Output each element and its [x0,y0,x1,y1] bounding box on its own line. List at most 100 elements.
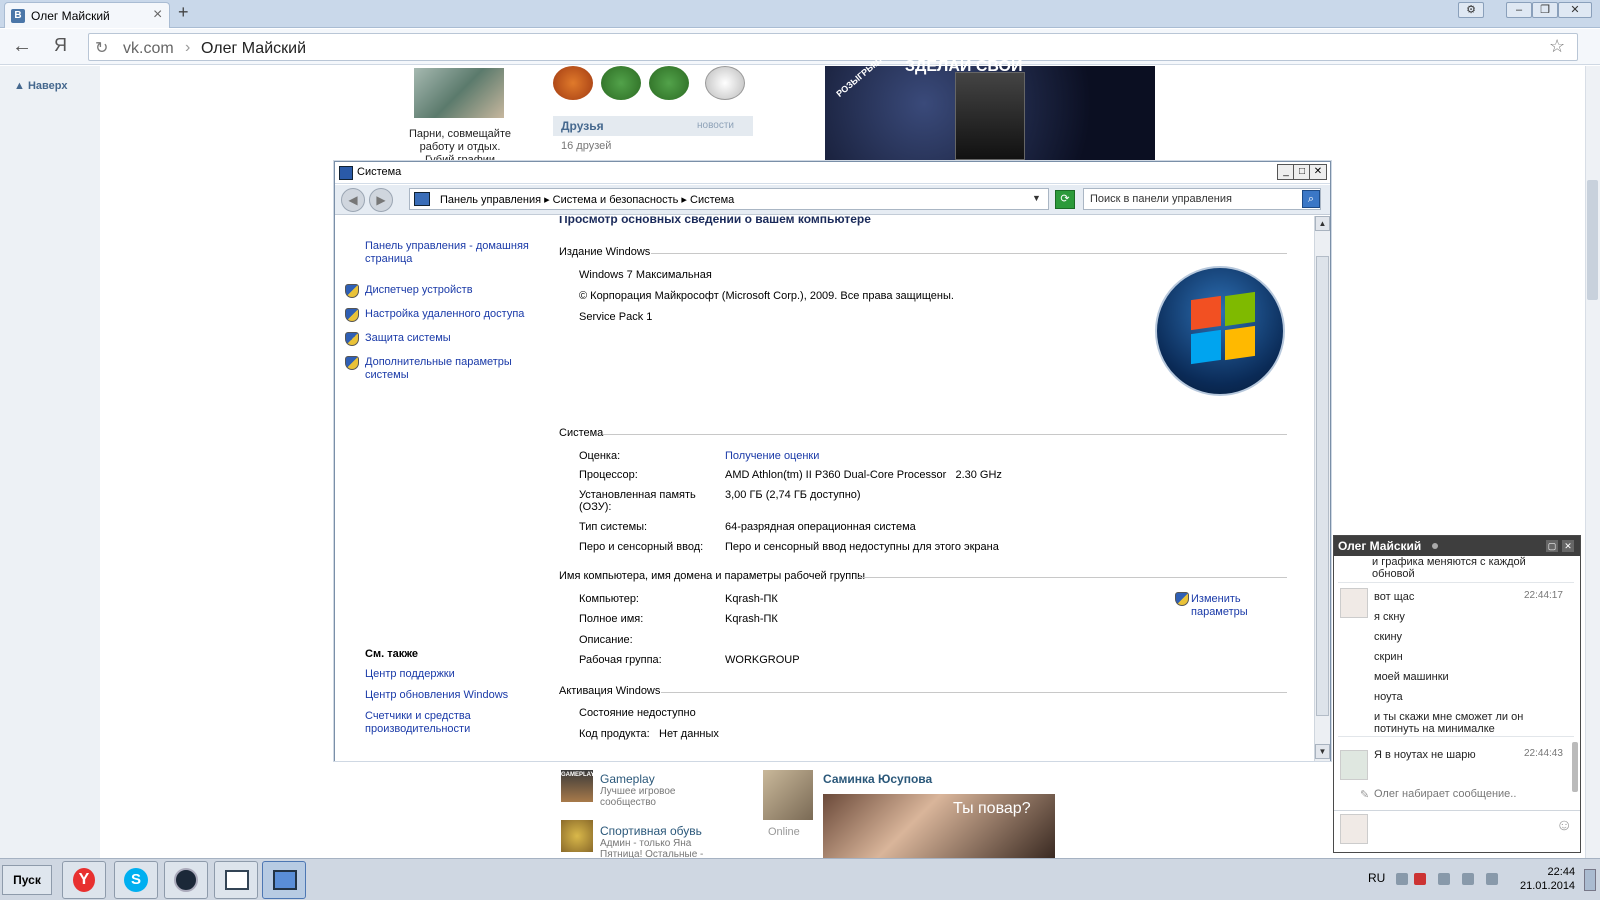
chat-message: скину [1374,631,1403,643]
change-settings-link[interactable]: Изменить параметры [1191,593,1271,619]
smile-icon[interactable]: ☺ [1556,817,1572,835]
browser-tab[interactable]: В Олег Майский × [4,2,170,28]
nav-forward-icon[interactable]: ▶ [369,188,393,212]
friends-count: 16 друзей [561,140,612,152]
workgroup-label: Рабочая группа: [579,654,662,666]
ad-banner[interactable]: РОЗЫГРЫШ ЗДЕЛАЙ СВОЙ [825,55,1155,160]
gift-tree-icon[interactable] [601,66,641,100]
system-type-label: Тип системы: [579,521,648,533]
my-avatar [1340,814,1368,844]
steam-taskbar-icon[interactable] [164,861,208,899]
message-time: 22:44:17 [1524,590,1563,601]
friends-title[interactable]: Друзья [561,119,604,133]
minimize-button[interactable]: – [1506,2,1532,18]
chat-contact-name[interactable]: Олег Майский [1338,539,1421,553]
breadcrumb-path[interactable]: Панель управления ▸ Система и безопаснос… [440,193,734,206]
friend-avatar[interactable] [763,770,813,820]
advanced-settings-link[interactable]: Дополнительные параметры системы [365,356,525,382]
reload-icon[interactable]: ↻ [95,38,108,58]
refresh-icon[interactable]: ⟳ [1055,190,1075,209]
tray-expand-icon[interactable] [1396,873,1408,885]
rating-link[interactable]: Получение оценки [725,450,819,463]
performance-link[interactable]: Счетчики и средства производительности [365,710,515,736]
workgroup-value: WORKGROUP [725,654,800,666]
skype-taskbar-icon[interactable]: S [114,861,158,899]
gameplay-icon-text: GAMEPLAY [561,772,595,778]
system-scrollbar[interactable]: ▲ ▼ [1314,216,1330,761]
settings-icon[interactable]: ⚙ [1458,2,1484,18]
page-scrollbar-thumb[interactable] [1587,180,1598,300]
system-close-button[interactable]: ✕ [1309,164,1327,180]
friends-header[interactable]: Друзья новости [553,116,753,136]
sender-avatar-joker[interactable] [1340,750,1368,780]
yandex-icon[interactable]: Я [54,35,67,56]
divider [1338,736,1574,737]
scroll-up-icon[interactable]: ▲ [1315,216,1330,231]
logo-blue [1191,329,1221,365]
profile-photo[interactable] [414,68,504,118]
tray-network-alert-icon[interactable] [1414,873,1426,885]
gift-fox-icon[interactable] [553,66,593,100]
system-protection-link[interactable]: Защита системы [365,332,451,345]
action-center-link[interactable]: Центр поддержки [365,668,455,681]
shoes-group-icon[interactable] [561,820,593,852]
clock-time: 22:44 [1547,866,1576,878]
yandex-taskbar-icon[interactable]: Y [62,861,106,899]
post-image[interactable]: Ты повар? [823,794,1055,858]
system-titlebar[interactable]: Система _ □ ✕ [335,162,1330,184]
back-arrow-icon[interactable]: ← [12,35,32,58]
system-type-value: 64-разрядная операционная система [725,521,916,533]
chat-close-icon[interactable]: ✕ [1562,540,1574,552]
language-indicator[interactable]: RU [1368,871,1385,885]
control-panel-search[interactable]: Поиск в панели управления ⌕ [1083,188,1321,210]
gameplay-group-link[interactable]: Gameplay [600,772,655,786]
friends-block: Друзья новости 16 друзей [553,116,753,158]
url-page-title: Олег Майский [201,40,306,57]
window-app-taskbar-icon[interactable] [214,861,258,899]
control-panel-home-link[interactable]: Панель управления - домашняя страница [365,240,535,266]
system-scrollbar-thumb[interactable] [1316,256,1329,716]
address-bar[interactable]: ↻ vk.com › Олег Майский ☆ [88,33,1578,61]
shoes-group-link[interactable]: Спортивная обувь [600,824,702,838]
scroll-down-icon[interactable]: ▼ [1315,744,1330,759]
search-icon[interactable]: ⌕ [1302,190,1320,208]
gift-heart-icon[interactable] [705,66,745,100]
nav-back-icon[interactable]: ◀ [341,188,365,212]
breadcrumb[interactable]: Панель управления ▸ Система и безопаснос… [409,188,1049,210]
sender-avatar-dog[interactable] [1340,588,1368,618]
scroll-top-link[interactable]: ▲ Наверх [14,80,67,92]
pc-tower-image [955,72,1025,160]
friend-name-link[interactable]: Саминка Юсупова [823,772,932,786]
tray-device-icon[interactable] [1438,873,1450,885]
chat-input-field[interactable]: ☺ [1334,810,1580,846]
remote-settings-link[interactable]: Настройка удаленного доступа [365,308,524,321]
chat-header[interactable]: Олег Майский ▢ ✕ [1334,536,1580,556]
signal-icon[interactable] [1486,873,1498,885]
show-desktop-button[interactable] [1584,869,1596,891]
uac-shield-icon [345,356,359,370]
chat-scrollbar[interactable] [1572,742,1578,792]
divider [603,434,1287,435]
breadcrumb-dropdown-icon[interactable]: ▼ [1032,193,1041,203]
gameplay-group-desc: Лучшее игровое сообщество [600,786,676,808]
device-manager-link[interactable]: Диспетчер устройств [365,284,473,297]
volume-icon[interactable] [1462,873,1474,885]
close-button[interactable]: ✕ [1558,2,1592,18]
chat-expand-icon[interactable]: ▢ [1546,540,1558,552]
bookmark-star-icon[interactable]: ☆ [1549,36,1565,57]
gameplay-group-icon[interactable]: GAMEPLAY [561,770,595,802]
windows-update-link[interactable]: Центр обновления Windows [365,689,508,702]
tab-close-icon[interactable]: × [153,6,162,24]
friends-news-link[interactable]: новости [697,120,734,131]
system-clock[interactable]: 22:44 21.01.2014 [1520,865,1575,893]
start-button[interactable]: Пуск [2,865,52,895]
gift-tree-icon[interactable] [649,66,689,100]
divider [661,692,1287,693]
maximize-button[interactable]: ❐ [1532,2,1558,18]
new-tab-button[interactable]: + [178,2,189,23]
chat-message: скрин [1374,651,1403,663]
friend-online-status: Online [768,826,800,838]
system-window-taskbar-icon[interactable] [262,861,306,899]
chat-message: вот щас [1374,591,1415,603]
logo-red [1191,295,1221,331]
